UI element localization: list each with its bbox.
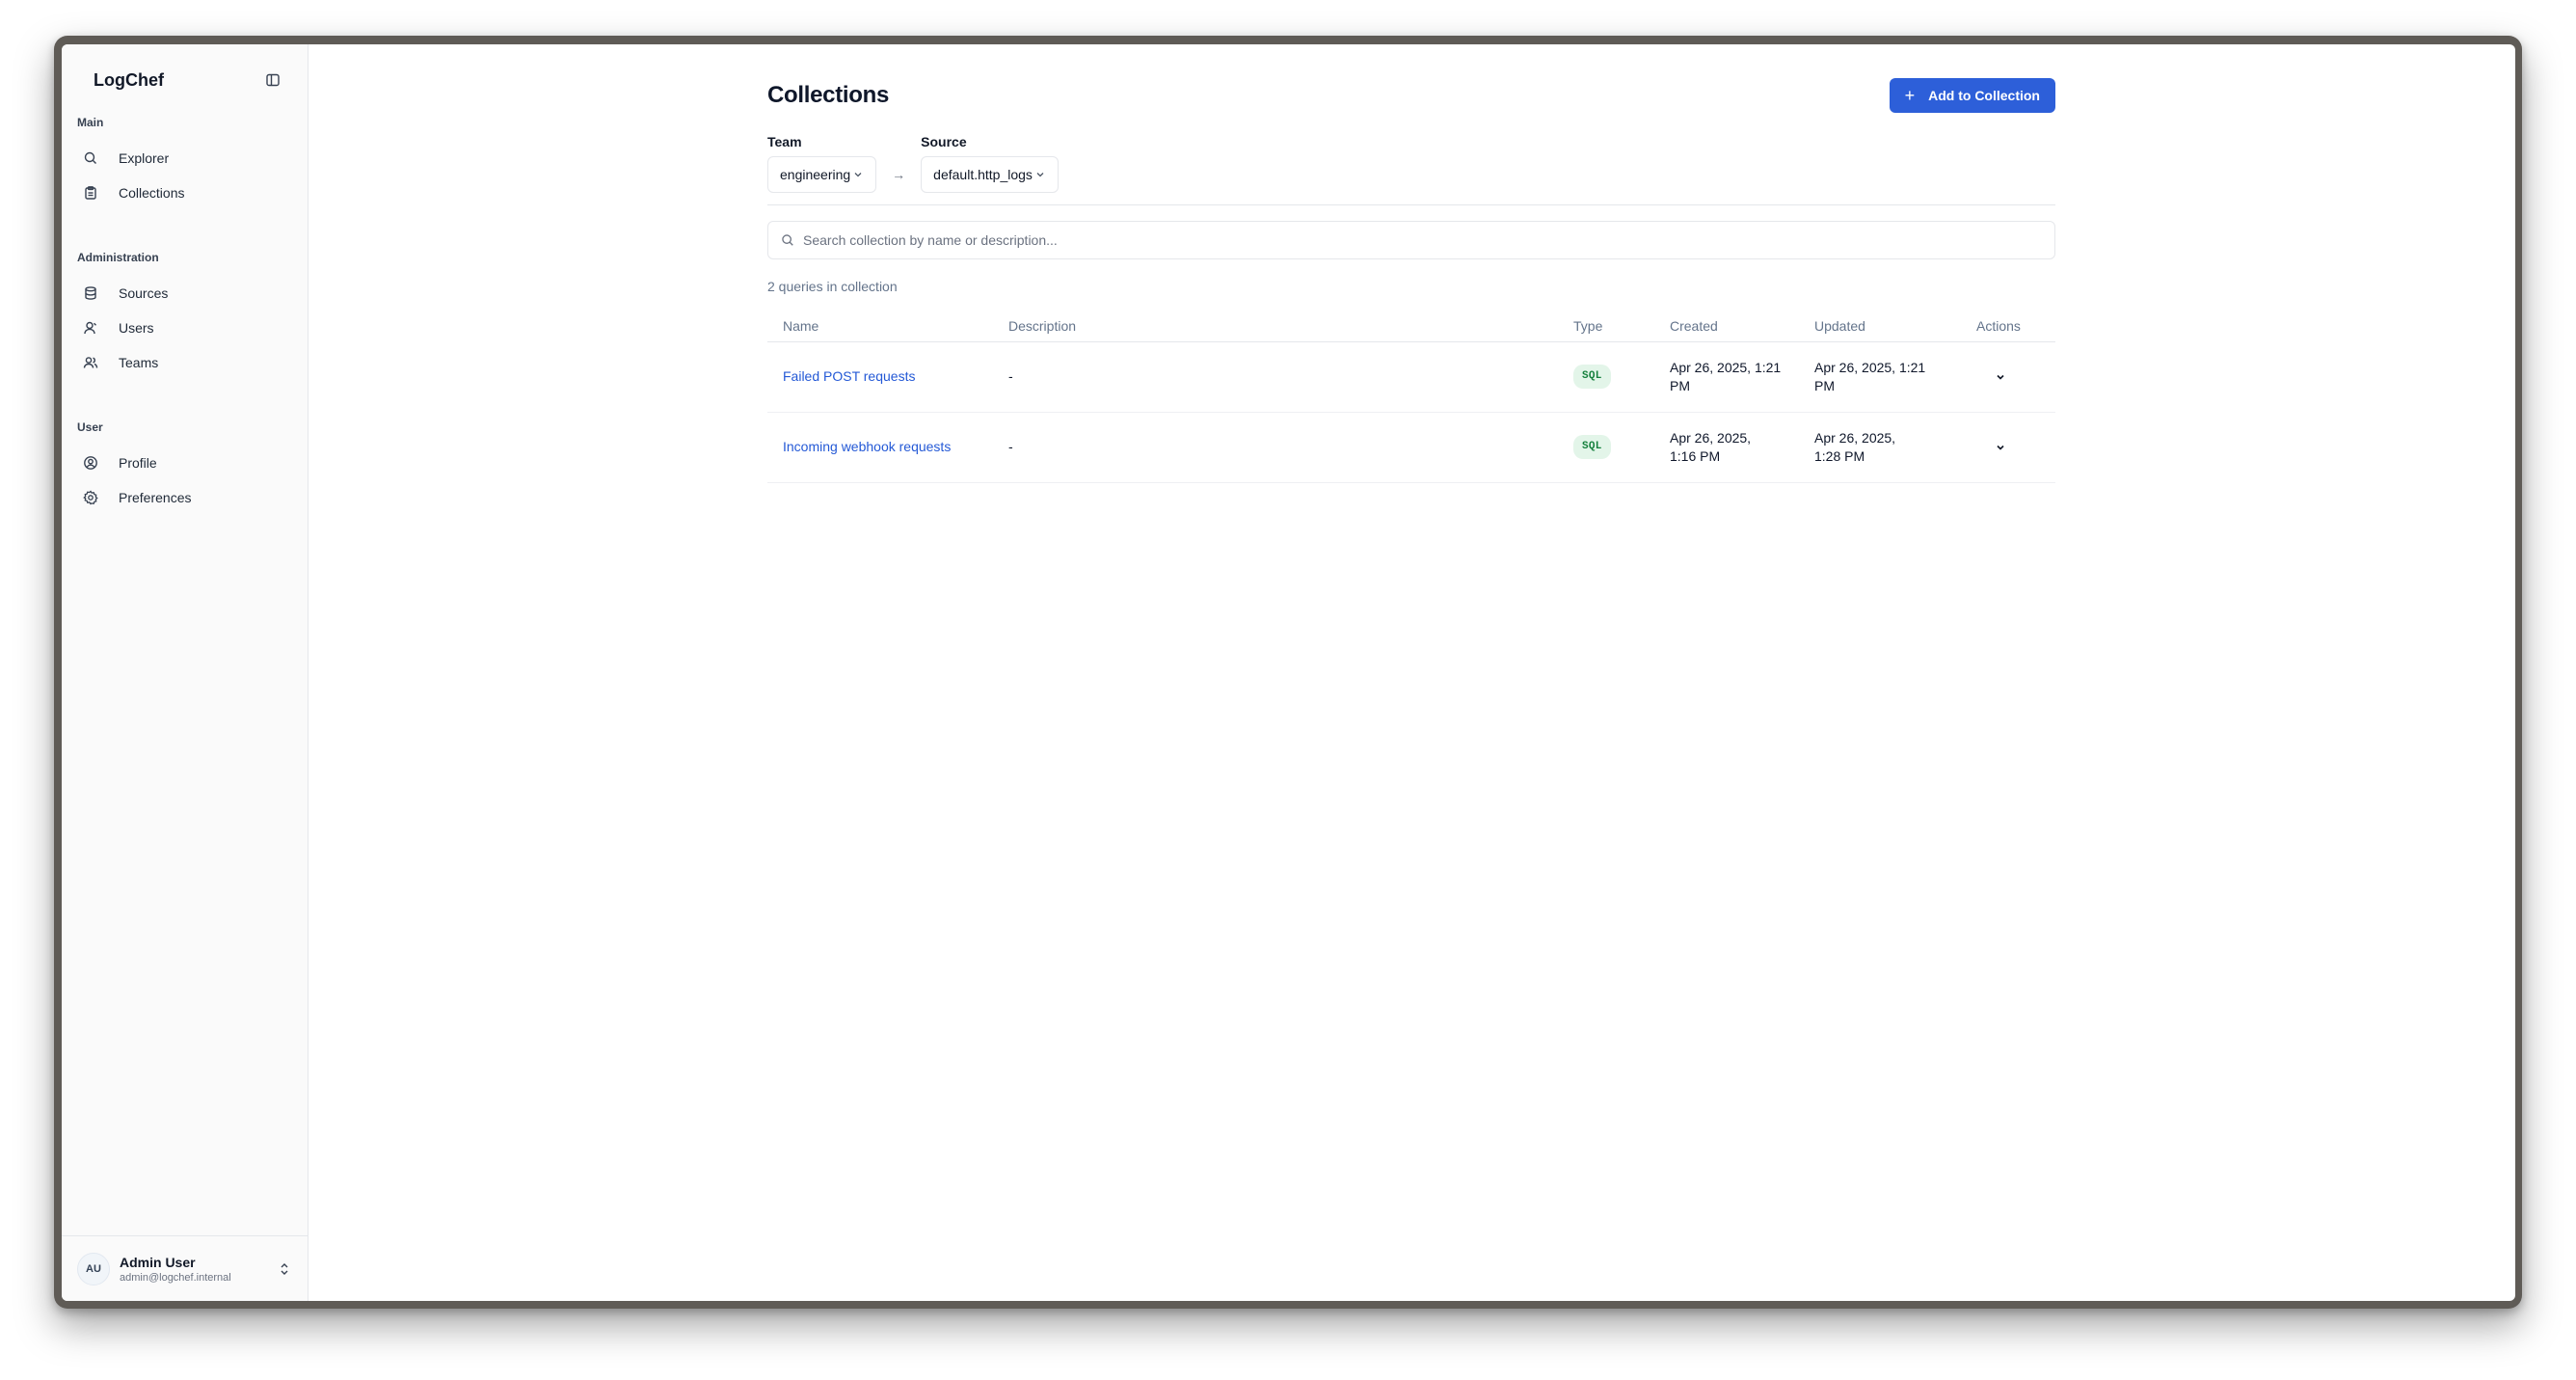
created-date: Apr 26, 2025, 1:21 PM [1670,359,1782,393]
sidebar-item-label: Preferences [119,490,192,505]
sidebar-item-explorer[interactable]: Explorer [77,141,292,176]
row-actions-chevron-down-icon[interactable] [1976,370,2025,384]
sidebar-header: LogChef [94,66,282,95]
plus-icon: + [1904,86,1916,105]
query-description: - [1008,341,1573,413]
user-menu[interactable]: AU Admin User admin@logchef.internal [62,1235,308,1301]
gear-icon [81,488,100,507]
type-badge: SQL [1573,365,1611,389]
sidebar-item-label: Users [119,320,154,336]
column-header-updated[interactable]: Updated [1814,312,1976,342]
source-label: Source [921,134,967,149]
user-circle-icon [81,453,100,473]
sidebar-item-label: Sources [119,285,169,301]
sidebar-item-profile[interactable]: Profile [77,446,292,480]
search-box [767,221,2055,259]
table-row: Failed POST requests - SQL Apr 26, 2025,… [767,341,2055,413]
nav-group-administration: Administration Sources Users Teams [77,251,292,380]
team-select[interactable]: engineering [767,156,877,193]
updated-date: Apr 26, 2025, 1:28 PM [1814,429,1896,464]
team-filter: Team engineering [767,134,877,193]
nav-group-label: User [77,420,103,434]
chevrons-up-down-icon [277,1261,292,1277]
column-header-actions: Actions [1976,312,2055,342]
sidebar-item-users[interactable]: Users [77,311,292,345]
sidebar-toggle-icon[interactable] [263,70,282,90]
avatar: AU [77,1252,110,1285]
query-name-link[interactable]: Failed POST requests [783,368,915,384]
sidebar: LogChef Main Explorer Collections Admini… [62,44,309,1301]
sidebar-item-label: Teams [119,355,159,370]
query-count: 2 queries in collection [767,279,898,294]
chevron-down-icon [1034,169,1046,180]
sidebar-item-preferences[interactable]: Preferences [77,480,292,515]
add-to-collection-label: Add to Collection [1928,88,2040,103]
query-description: - [1008,412,1573,483]
search-icon [780,232,795,248]
column-header-description[interactable]: Description [1008,312,1573,342]
updated-date: Apr 26, 2025, 1:21 PM [1814,359,1926,393]
team-select-value: engineering [780,167,851,182]
arrow-right-icon: → [892,167,906,182]
column-header-created[interactable]: Created [1670,312,1814,342]
nav-group-user: User Profile Preferences [77,420,292,515]
sidebar-item-label: Collections [119,185,185,201]
source-filter: Source default.http_logs [921,134,1059,193]
collections-page: Collections + Add to Collection Team eng… [767,78,2055,483]
clipboard-icon [81,183,100,203]
filters-bar: Team engineering → Source default.http_l… [767,134,2055,205]
app-window: LogChef Main Explorer Collections Admini… [62,44,2515,1301]
chevron-down-icon [852,169,864,180]
query-name-link[interactable]: Incoming webhook requests [783,439,951,454]
nav-group-label: Main [77,116,104,129]
sidebar-item-teams[interactable]: Teams [77,345,292,380]
brand-logo-text: LogChef [94,69,164,90]
sidebar-item-label: Profile [119,455,157,471]
database-icon [81,284,100,303]
search-input[interactable] [803,232,2054,248]
table-row: Incoming webhook requests - SQL Apr 26, … [767,412,2055,483]
type-badge: SQL [1573,435,1611,459]
user-info: Admin User admin@logchef.internal [120,1255,277,1284]
collections-table: Name Description Type Created Updated Ac… [767,312,2055,483]
created-date: Apr 26, 2025, 1:16 PM [1670,429,1752,464]
search-icon [81,149,100,168]
user-email: admin@logchef.internal [120,1271,231,1284]
column-header-type[interactable]: Type [1573,312,1670,342]
user-name: Admin User [120,1254,196,1270]
users-icon [81,353,100,372]
sidebar-item-sources[interactable]: Sources [77,276,292,311]
sidebar-item-collections[interactable]: Collections [77,176,292,210]
main-content: Collections + Add to Collection Team eng… [309,44,2515,1301]
page-header: Collections + Add to Collection [767,78,2055,113]
table-header-row: Name Description Type Created Updated Ac… [767,312,2055,342]
row-actions-chevron-down-icon[interactable] [1976,441,2025,454]
user-icon [81,318,100,338]
column-header-name[interactable]: Name [767,312,1008,342]
team-label: Team [767,134,802,149]
nav-group-label: Administration [77,251,159,264]
add-to-collection-button[interactable]: + Add to Collection [1889,78,2055,113]
source-select[interactable]: default.http_logs [921,156,1059,193]
source-select-value: default.http_logs [933,167,1033,182]
page-title: Collections [767,82,890,108]
sidebar-item-label: Explorer [119,150,170,166]
nav-group-main: Main Explorer Collections [77,116,292,210]
